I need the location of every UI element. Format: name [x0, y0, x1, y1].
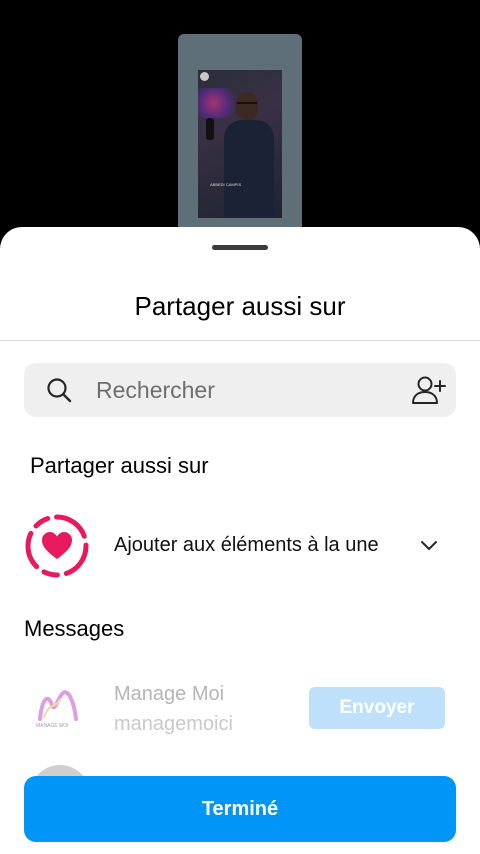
- profile-badge-icon: [200, 72, 209, 81]
- add-person-icon[interactable]: [410, 375, 446, 405]
- highlight-heart-icon: [25, 514, 89, 578]
- search-bar[interactable]: [24, 363, 456, 417]
- chevron-down-icon[interactable]: [418, 537, 440, 555]
- divider: [0, 340, 480, 341]
- highlight-label: Ajouter aux éléments à la une: [114, 534, 379, 556]
- logo-text: MANAGE MOI: [36, 723, 69, 729]
- manage-moi-logo: MANAGE MOI: [36, 690, 78, 729]
- contact-name: Manage Moi: [114, 683, 225, 705]
- story-preview: ABBEDI CAMPIS: [178, 34, 302, 234]
- story-thumbnail: ABBEDI CAMPIS: [198, 70, 282, 218]
- microphone-icon: [206, 118, 214, 140]
- send-button[interactable]: Envoyer: [309, 687, 445, 729]
- done-button[interactable]: Terminé: [24, 776, 456, 842]
- sheet-title: Partager aussi sur: [134, 291, 346, 321]
- messages-label: Messages: [24, 616, 125, 641]
- story-caption: ABBEDI CAMPIS: [210, 182, 242, 187]
- share-sheet: Partager aussi sur Partager aussi sur Aj…: [0, 227, 480, 854]
- contact-row[interactable]: MANAGE MOI Manage Moi managemoici Envoye…: [24, 673, 456, 743]
- person-figure: [224, 92, 274, 218]
- search-input[interactable]: [96, 363, 396, 417]
- drag-handle[interactable]: [212, 245, 268, 250]
- add-to-highlights-row[interactable]: Ajouter aux éléments à la une: [24, 513, 456, 579]
- contact-username: managemoici: [114, 713, 233, 735]
- search-icon: [47, 378, 72, 403]
- avatar: MANAGE MOI: [30, 679, 88, 737]
- share-section-label: Partager aussi sur: [30, 453, 209, 478]
